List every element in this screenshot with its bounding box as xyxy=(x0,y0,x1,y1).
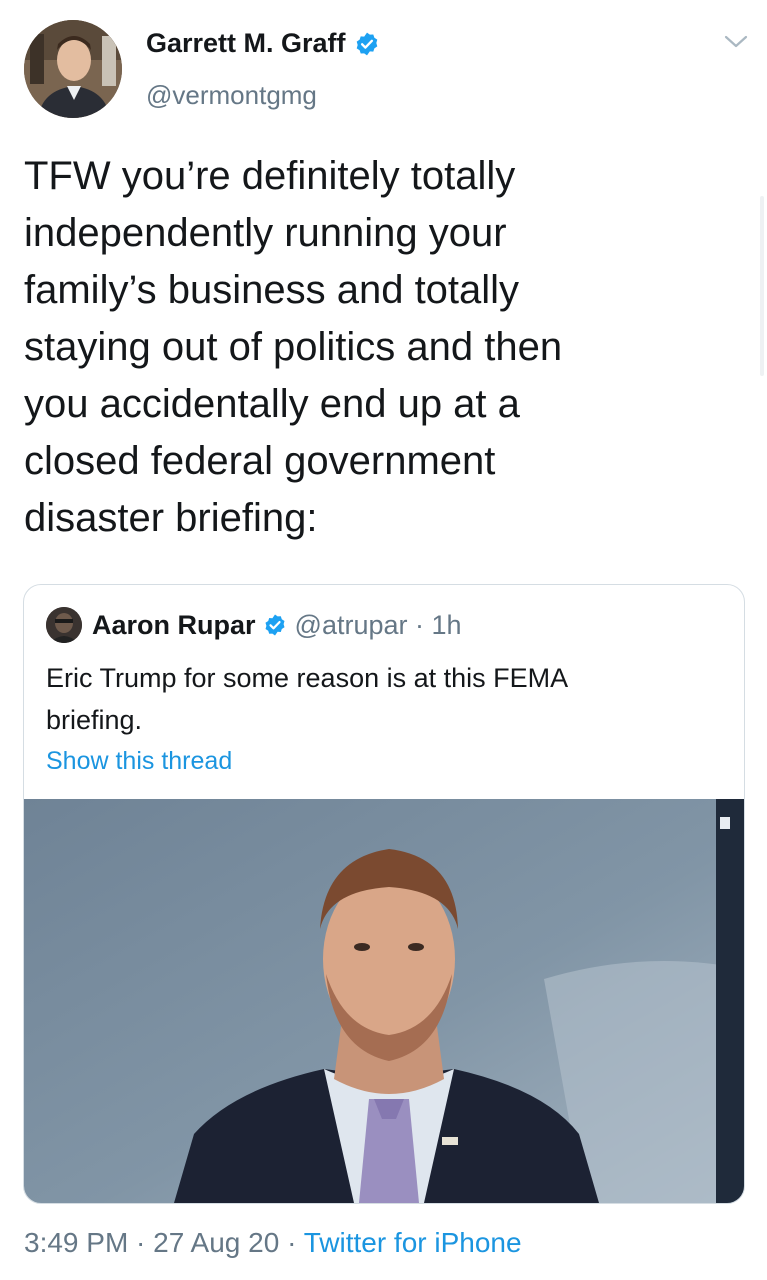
tweet-metadata: 3:49 PM · 27 Aug 20 · Twitter for iPhone xyxy=(24,1227,522,1259)
quoted-avatar-photo xyxy=(46,607,82,643)
scrollbar[interactable] xyxy=(760,196,764,376)
quoted-tweet-card[interactable]: Aaron Rupar @atrupar · 1h Eric Trump for… xyxy=(23,584,745,1204)
quoted-author-handle[interactable]: @atrupar xyxy=(295,610,408,641)
avatar-photo xyxy=(24,20,122,118)
quoted-tweet-text: Eric Trump for some reason is at this FE… xyxy=(46,657,706,741)
tweet-line: closed federal government xyxy=(24,439,496,483)
author-handle[interactable]: @vermontgmg xyxy=(146,80,317,111)
tweet-source-link[interactable]: Twitter for iPhone xyxy=(304,1227,522,1258)
tweet-time[interactable]: 3:49 PM xyxy=(24,1227,128,1258)
quoted-tweet-header: Aaron Rupar @atrupar · 1h xyxy=(46,607,462,643)
tweet-line: you accidentally end up at a xyxy=(24,382,520,426)
verified-badge-icon xyxy=(356,32,377,55)
quoted-separator: · xyxy=(407,609,432,640)
quoted-text-line: Eric Trump for some reason is at this FE… xyxy=(46,663,569,693)
author-name-text[interactable]: Garrett M. Graff xyxy=(146,28,346,59)
quoted-author-name[interactable]: Aaron Rupar xyxy=(92,610,256,641)
tweet-text: TFW you’re definitely totally independen… xyxy=(24,148,724,547)
show-thread-link[interactable]: Show this thread xyxy=(46,747,232,776)
footer-separator: · xyxy=(279,1227,304,1258)
quoted-author-avatar xyxy=(46,607,82,643)
author-avatar[interactable] xyxy=(24,20,122,118)
tweet-line: TFW you’re definitely totally xyxy=(24,154,516,198)
quoted-text-line: briefing. xyxy=(46,705,143,735)
quoted-tweet-photo[interactable] xyxy=(24,799,744,1203)
chevron-down-icon[interactable] xyxy=(722,32,750,52)
verified-badge-icon xyxy=(265,614,285,636)
footer-separator: · xyxy=(128,1227,154,1258)
tweet-line: disaster briefing: xyxy=(24,496,318,540)
tweet-line: staying out of politics and then xyxy=(24,325,563,369)
tweet-date[interactable]: 27 Aug 20 xyxy=(153,1227,279,1258)
author-name[interactable]: Garrett M. Graff xyxy=(146,28,380,59)
tweet-line: family’s business and totally xyxy=(24,268,520,312)
quoted-timestamp[interactable]: 1h xyxy=(432,610,462,641)
tweet-line: independently running your xyxy=(24,211,507,255)
